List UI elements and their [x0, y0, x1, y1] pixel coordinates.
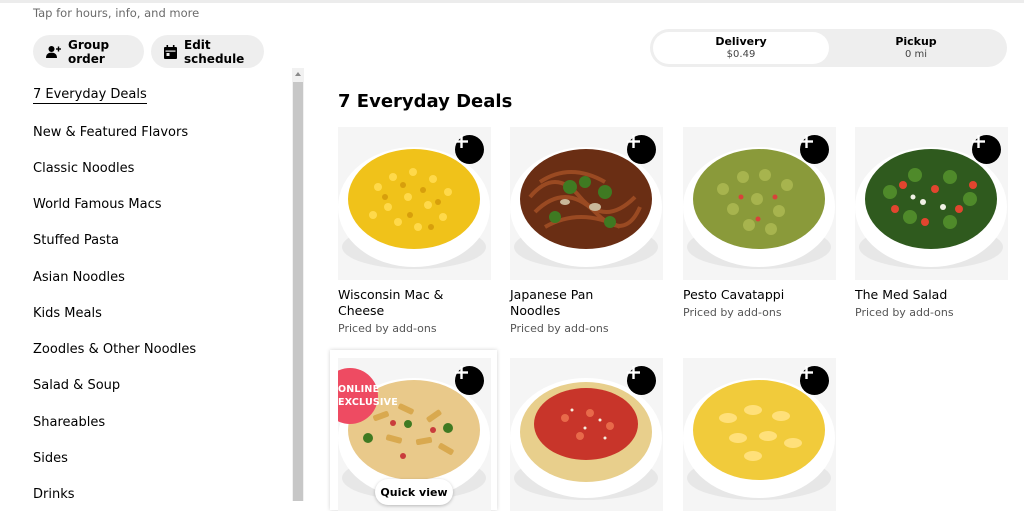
nav-item-asian-noodles[interactable]: Asian Noodles: [33, 270, 125, 285]
menu-item-card[interactable]: Japanese Pan Noodles Priced by add-ons: [510, 127, 663, 335]
nav-item-classic-noodles[interactable]: Classic Noodles: [33, 161, 134, 176]
group-order-label: Group order: [68, 37, 110, 66]
delivery-fee: $0.49: [726, 49, 756, 60]
scrollbar-thumb[interactable]: [293, 82, 303, 501]
menu-item-card[interactable]: [510, 358, 663, 511]
quick-view-button[interactable]: Quick view: [375, 479, 453, 505]
pickup-distance: 0 mi: [904, 49, 928, 60]
item-image[interactable]: [338, 127, 491, 280]
item-price: Priced by add-ons: [855, 306, 954, 319]
plus-icon: [800, 366, 813, 379]
item-name: Pesto Cavatappi: [683, 287, 785, 302]
menu-item-card[interactable]: Wisconsin Mac & Cheese Priced by add-ons: [338, 127, 491, 335]
nav-item-salad-soup[interactable]: Salad & Soup: [33, 378, 120, 393]
nav-item-world-famous-macs[interactable]: World Famous Macs: [33, 197, 162, 212]
plus-icon: [972, 135, 985, 148]
item-image[interactable]: [683, 358, 836, 511]
plus-icon: [627, 135, 640, 148]
delivery-pickup-toggle: Delivery $0.49 Pickup 0 mi: [650, 29, 1007, 67]
edit-schedule-button[interactable]: Edit schedule: [151, 35, 264, 68]
scroll-up-arrow-icon[interactable]: [292, 68, 304, 80]
menu-item-card[interactable]: The Med Salad Priced by add-ons: [855, 127, 1008, 319]
store-info-link[interactable]: Tap for hours, info, and more: [33, 6, 199, 20]
item-image[interactable]: [510, 127, 663, 280]
plus-icon: [800, 135, 813, 148]
add-person-icon: [46, 45, 61, 59]
add-to-cart-button[interactable]: [627, 366, 656, 395]
pickup-option[interactable]: Pickup 0 mi: [828, 32, 1004, 64]
calendar-icon: [164, 44, 177, 59]
badge-line-2: EXCLUSIVE: [338, 397, 398, 408]
plus-icon: [455, 135, 468, 148]
nav-item-new-featured[interactable]: New & Featured Flavors: [33, 125, 188, 140]
pickup-label: Pickup: [895, 35, 937, 48]
plus-icon: [627, 366, 640, 379]
menu-item-card[interactable]: Pesto Cavatappi Priced by add-ons: [683, 127, 836, 319]
item-name: Japanese Pan Noodles: [510, 287, 594, 318]
item-price: Priced by add-ons: [510, 322, 609, 335]
item-name: The Med Salad: [855, 287, 948, 302]
menu-item-card[interactable]: [683, 358, 836, 511]
plus-icon: [455, 366, 468, 379]
top-divider: [0, 0, 1024, 3]
nav-item-zoodles[interactable]: Zoodles & Other Noodles: [33, 342, 196, 357]
add-to-cart-button[interactable]: [627, 135, 656, 164]
delivery-option[interactable]: Delivery $0.49: [653, 32, 829, 64]
nav-item-kids-meals[interactable]: Kids Meals: [33, 306, 102, 321]
add-to-cart-button[interactable]: [455, 366, 484, 395]
nav-item-shareables[interactable]: Shareables: [33, 415, 105, 430]
item-image[interactable]: ONLINE EXCLUSIVE Quick view: [338, 358, 491, 511]
delivery-label: Delivery: [715, 35, 767, 48]
group-order-button[interactable]: Group order: [33, 35, 144, 68]
nav-item-everyday-deals[interactable]: 7 Everyday Deals: [33, 87, 147, 104]
add-to-cart-button[interactable]: [972, 135, 1001, 164]
add-to-cart-button[interactable]: [800, 366, 829, 395]
add-to-cart-button[interactable]: [800, 135, 829, 164]
item-image[interactable]: [855, 127, 1008, 280]
badge-line-1: ONLINE: [338, 384, 380, 395]
item-image[interactable]: [510, 358, 663, 511]
add-to-cart-button[interactable]: [455, 135, 484, 164]
edit-schedule-label: Edit schedule: [184, 37, 245, 66]
nav-item-sides[interactable]: Sides: [33, 451, 68, 466]
item-price: Priced by add-ons: [338, 322, 437, 335]
nav-scrollbar[interactable]: [292, 68, 304, 501]
item-image[interactable]: [683, 127, 836, 280]
nav-item-stuffed-pasta[interactable]: Stuffed Pasta: [33, 233, 119, 248]
section-title: 7 Everyday Deals: [338, 91, 513, 112]
item-name: Wisconsin Mac & Cheese: [338, 287, 444, 318]
nav-item-drinks[interactable]: Drinks: [33, 487, 75, 502]
item-price: Priced by add-ons: [683, 306, 782, 319]
menu-item-card[interactable]: ONLINE EXCLUSIVE Quick view: [330, 350, 497, 511]
